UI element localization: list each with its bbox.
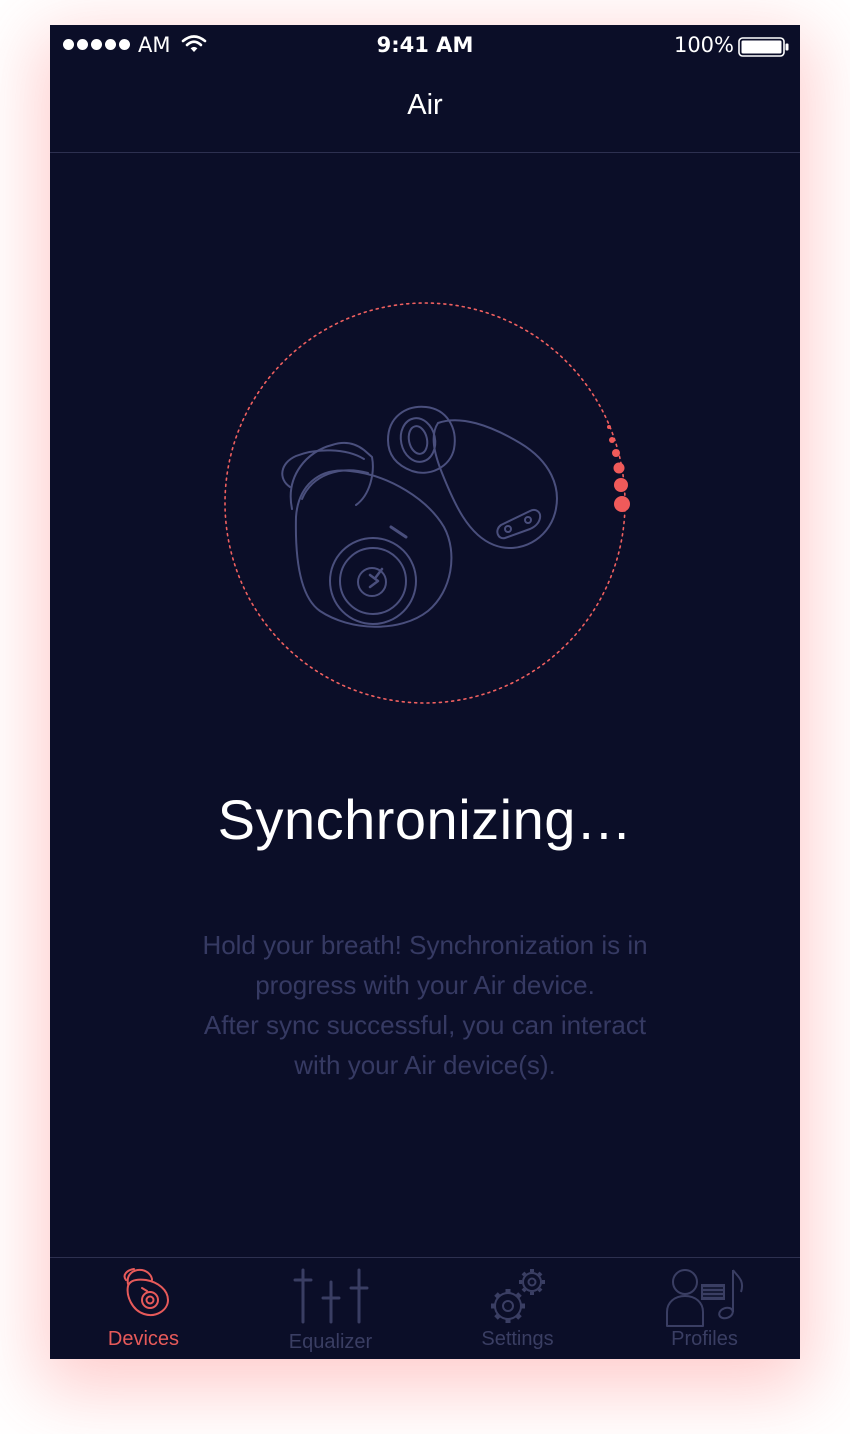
equalizer-icon	[293, 1268, 368, 1324]
status-bar: AM 9:41 AM 100%	[50, 25, 800, 67]
sync-progress-illustration	[224, 302, 630, 704]
sync-title: Synchronizing…	[217, 788, 633, 851]
tab-profiles[interactable]: Profiles	[611, 1258, 798, 1359]
progress-dots	[607, 425, 630, 512]
tab-label: Profiles	[671, 1328, 738, 1350]
description-line: with your Air device(s).	[294, 1050, 556, 1080]
profile-music-icon	[665, 1269, 743, 1327]
tab-devices[interactable]: Devices	[50, 1258, 237, 1359]
nav-divider	[50, 152, 800, 153]
earbud-right-icon	[387, 405, 558, 550]
description-line: progress with your Air device.	[255, 970, 595, 1000]
tab-bar: Devices Equalizer Settings Profiles	[50, 1258, 800, 1359]
gears-icon	[490, 1269, 545, 1323]
phone-screen: AM 9:41 AM 100% Air Synchronizing… Hold …	[50, 25, 800, 1359]
battery-percent: 100%	[673, 33, 734, 57]
tab-label: Devices	[107, 1328, 180, 1350]
tab-settings[interactable]: Settings	[424, 1258, 611, 1359]
description-line: After sync successful, you can interact	[203, 1010, 647, 1040]
description-line: Hold your breath! Synchronization is in	[202, 930, 648, 960]
sync-description: Hold your breath! Synchronization is in …	[150, 925, 700, 1085]
earbud-icon	[123, 1268, 169, 1316]
tab-equalizer[interactable]: Equalizer	[237, 1258, 424, 1359]
tab-label: Equalizer	[288, 1331, 373, 1353]
earbud-left-icon	[281, 441, 453, 628]
nav-title: Air	[407, 89, 443, 121]
battery-icon	[738, 37, 789, 57]
tab-label: Settings	[481, 1328, 554, 1350]
